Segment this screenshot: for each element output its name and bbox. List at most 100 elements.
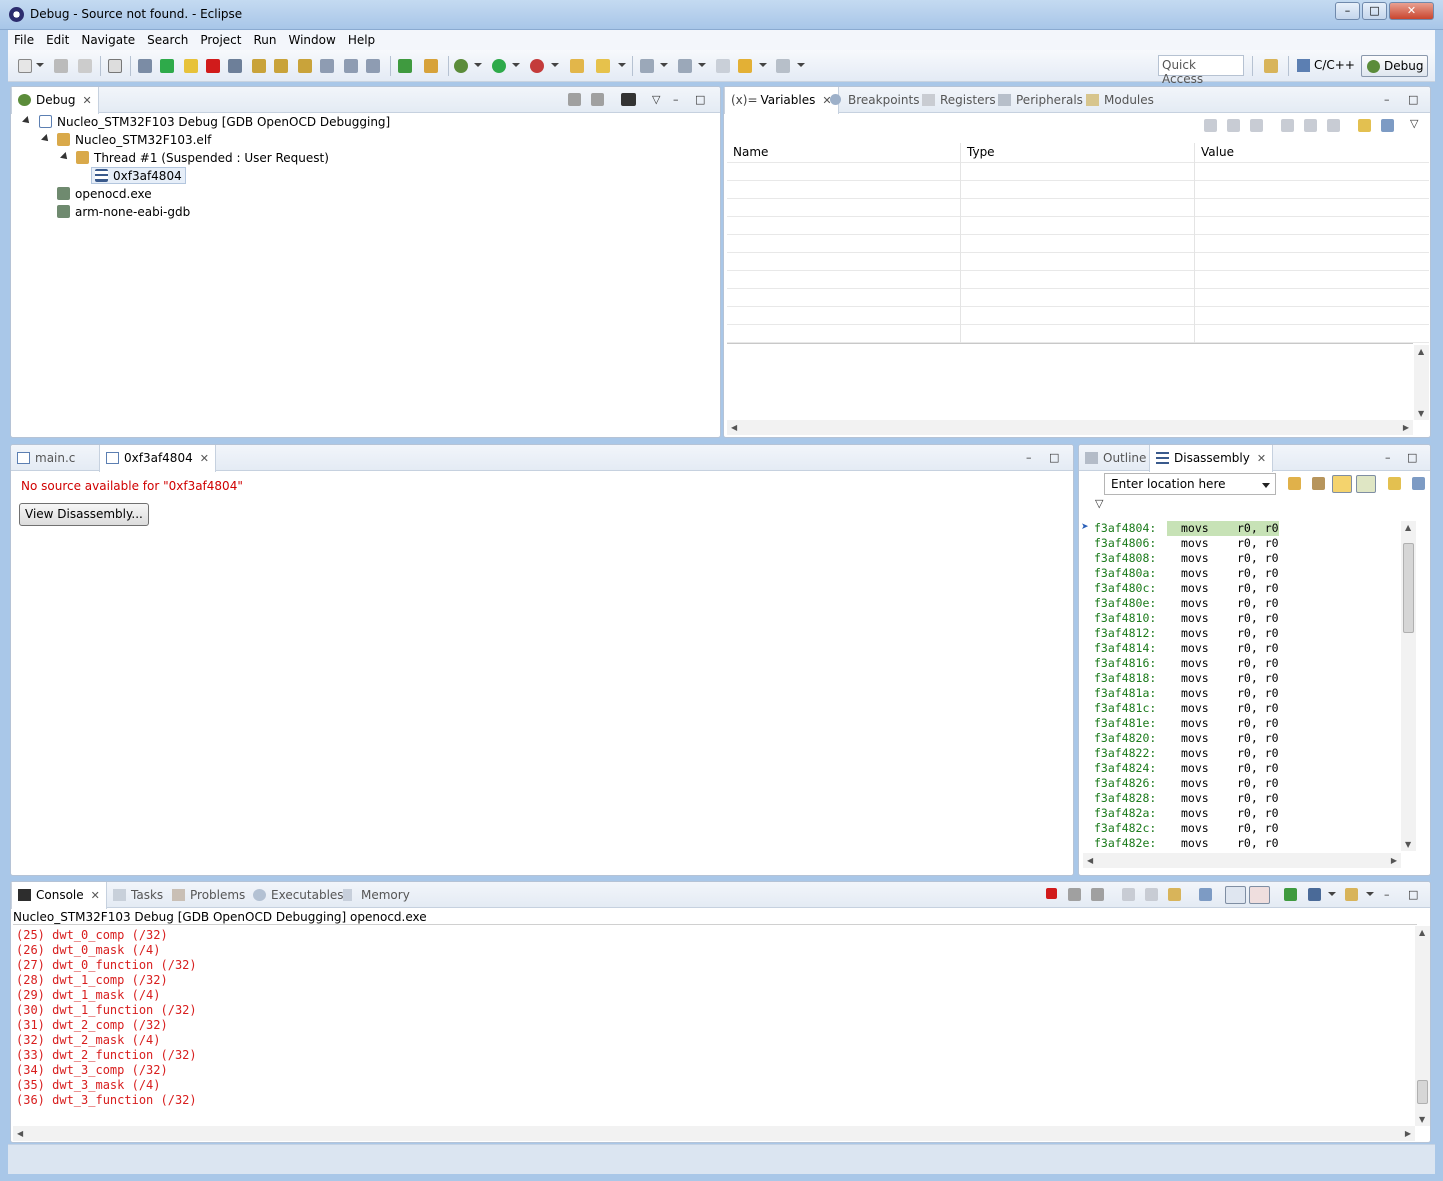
tree-item-gdb[interactable]: arm-none-eabi-gdb (57, 205, 190, 219)
disassembly-row[interactable]: f3af4804: movs r0, r0 (1079, 521, 1399, 536)
perspective-cpp[interactable]: C/C++ (1292, 55, 1359, 77)
quick-access-input[interactable]: Quick Access (1158, 55, 1244, 86)
tree-item-stack-frame[interactable]: 0xf3af4804 (91, 167, 186, 184)
external-tools-icon[interactable] (530, 59, 544, 73)
search-dropdown-icon[interactable] (618, 63, 626, 67)
tab-peripherals[interactable]: Peripherals (992, 87, 1089, 113)
tab-breakpoints[interactable]: Breakpoints (824, 87, 925, 113)
location-input[interactable]: Enter location here (1104, 473, 1276, 495)
open-perspective-icon[interactable] (1264, 59, 1278, 73)
scroll-lock-icon[interactable] (1145, 888, 1158, 901)
use-step-filters-icon[interactable] (344, 59, 358, 73)
terminate-icon[interactable] (1046, 888, 1057, 899)
tree-item-launch[interactable]: Nucleo_STM32F103 Debug [GDB OpenOCD Debu… (39, 115, 390, 129)
remove-launch-icon[interactable] (1068, 888, 1081, 901)
column-header-type[interactable]: Type (961, 143, 1194, 162)
close-icon[interactable]: ✕ (91, 889, 100, 902)
show-source-icon[interactable] (1356, 475, 1376, 493)
tab-modules[interactable]: Modules (1080, 87, 1160, 113)
collapse-all-icon[interactable] (1250, 119, 1263, 132)
disassembly-horizontal-scrollbar[interactable]: ◀ ▶ (1083, 853, 1401, 868)
menu-window[interactable]: Window (282, 30, 341, 47)
instruction-stepping-icon[interactable] (108, 59, 122, 73)
menu-file[interactable]: File (8, 30, 40, 47)
show-on-stdout-icon[interactable] (1225, 886, 1246, 904)
menu-project[interactable]: Project (194, 30, 247, 47)
minimize-icon[interactable]: – (1384, 888, 1390, 901)
disassembly-row[interactable]: f3af480e: movs r0, r0 (1079, 596, 1399, 611)
tab-debug[interactable]: Debug ✕ (11, 87, 99, 114)
show-type-names-icon[interactable] (1204, 119, 1217, 132)
close-window-button[interactable]: ✕ (1389, 2, 1434, 20)
tab-memory[interactable]: Memory (337, 882, 416, 908)
step-into-icon[interactable] (252, 59, 266, 73)
disassembly-listing[interactable]: f3af4804: movs r0, r0 f3af4806: movs r0, r0 f3… (1079, 521, 1399, 851)
disassembly-row[interactable]: f3af4806: movs r0, r0 (1079, 536, 1399, 551)
tab-main-c[interactable]: main.c (11, 445, 81, 471)
console-vertical-scrollbar[interactable]: ▲ ▼ (1415, 926, 1430, 1126)
disassembly-row[interactable]: f3af481e: movs r0, r0 (1079, 716, 1399, 731)
minimize-icon[interactable]: – (1384, 93, 1390, 106)
column-header-name[interactable]: Name (727, 143, 960, 162)
maximize-icon[interactable]: □ (1049, 451, 1059, 464)
build-icon[interactable] (424, 59, 438, 73)
disassembly-row[interactable]: f3af4826: movs r0, r0 (1079, 776, 1399, 791)
skip-breakpoints-icon[interactable] (138, 59, 152, 73)
clear-console-icon[interactable] (1122, 888, 1135, 901)
tree-item-elf[interactable]: Nucleo_STM32F103.elf (57, 133, 211, 147)
last-edit-location-icon[interactable] (716, 59, 730, 73)
disassembly-row[interactable]: f3af4816: movs r0, r0 (1079, 656, 1399, 671)
remove-all-global-variables-icon[interactable] (1327, 119, 1340, 132)
new-icon[interactable] (18, 59, 32, 73)
suspend-icon[interactable] (184, 59, 198, 73)
disassembly-row[interactable]: f3af482a: movs r0, r0 (1079, 806, 1399, 821)
maximize-icon[interactable]: □ (1407, 451, 1417, 464)
minimize-window-button[interactable]: – (1335, 2, 1360, 20)
details-vertical-scrollbar[interactable]: ▲ ▼ (1414, 345, 1429, 420)
disassembly-row[interactable]: f3af4828: movs r0, r0 (1079, 791, 1399, 806)
view-menu-icon[interactable]: ▽ (1410, 117, 1418, 130)
search-tool-icon[interactable] (596, 59, 610, 73)
details-horizontal-scrollbar[interactable]: ◀ ▶ (727, 420, 1413, 435)
view-menu-icon[interactable]: ▽ (652, 93, 660, 106)
debug-dropdown-icon[interactable] (474, 63, 482, 67)
perspective-debug[interactable]: Debug (1361, 55, 1429, 77)
menu-search[interactable]: Search (141, 30, 194, 47)
new-view-icon[interactable] (1388, 477, 1401, 490)
menu-navigate[interactable]: Navigate (75, 30, 141, 47)
chevron-down-icon[interactable] (1262, 483, 1270, 488)
maximize-icon[interactable]: □ (695, 93, 705, 106)
tab-outline[interactable]: Outline (1079, 445, 1152, 471)
tab-executables[interactable]: Executables (247, 882, 350, 908)
display-selected-console-icon[interactable] (1308, 888, 1321, 901)
forward-icon[interactable] (776, 59, 790, 73)
console-horizontal-scrollbar[interactable]: ◀ ▶ (13, 1126, 1415, 1141)
back-dropdown-icon[interactable] (759, 63, 767, 67)
save-icon[interactable] (54, 59, 68, 73)
disassembly-row[interactable]: f3af4810: movs r0, r0 (1079, 611, 1399, 626)
remove-terminated-icon[interactable] (568, 93, 581, 106)
disassembly-row[interactable]: f3af4814: movs r0, r0 (1079, 641, 1399, 656)
close-icon[interactable]: ✕ (82, 94, 91, 107)
tab-problems[interactable]: Problems (166, 882, 251, 908)
disassembly-row[interactable]: f3af4808: movs r0, r0 (1079, 551, 1399, 566)
minimize-icon[interactable]: – (1385, 451, 1391, 464)
disassembly-row[interactable]: f3af482e: movs r0, r0 (1079, 836, 1399, 851)
tree-item-openocd[interactable]: openocd.exe (57, 187, 152, 201)
tab-registers[interactable]: Registers (916, 87, 1002, 113)
maximize-icon[interactable]: □ (1408, 888, 1418, 901)
view-disassembly-button[interactable]: View Disassembly... (19, 503, 149, 526)
remove-all-terminated-icon[interactable] (591, 93, 604, 106)
open-console-icon[interactable] (1284, 888, 1297, 901)
pin-icon[interactable] (1381, 119, 1394, 132)
next-annotation-dropdown-icon[interactable] (660, 63, 668, 67)
close-icon[interactable]: ✕ (200, 452, 209, 465)
tab-console[interactable]: Console ✕ (11, 882, 107, 909)
terminate-icon[interactable] (206, 59, 220, 73)
drop-to-frame-icon[interactable] (320, 59, 334, 73)
remove-all-terminated-icon[interactable] (1091, 888, 1104, 901)
debug-icon[interactable] (454, 59, 468, 73)
maximize-icon[interactable]: □ (1408, 93, 1418, 106)
resume-icon[interactable] (160, 59, 174, 73)
tab-address[interactable]: 0xf3af4804 ✕ (99, 445, 216, 472)
